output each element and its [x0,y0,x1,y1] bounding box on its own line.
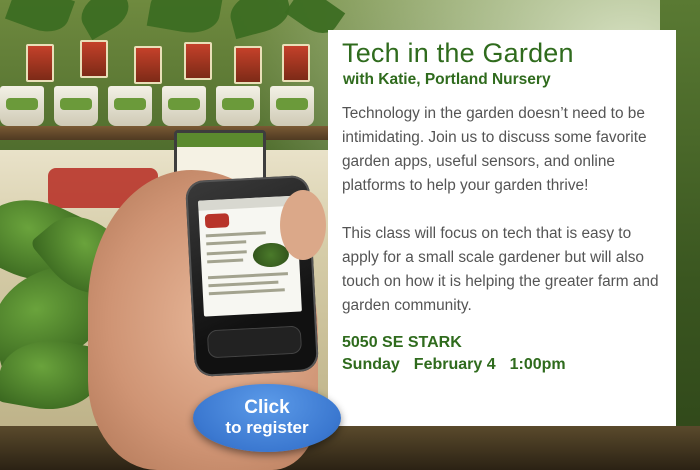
phone-logo [204,213,230,229]
register-button[interactable]: Click to register [193,384,341,452]
event-description-focus: This class will focus on tech that is ea… [342,225,659,314]
thumb [280,190,326,260]
sign-header [177,133,263,147]
foliage [74,0,136,41]
register-button-label-line1: Click [244,397,290,418]
foliage [146,0,224,38]
plant-pot [216,86,260,126]
event-time: 1:00pm [509,356,566,373]
plant-pot [108,86,152,126]
event-datetime: Sunday February 4 1:00pm [342,354,662,376]
shelf [0,126,330,140]
phone-text-line [208,288,285,296]
seed-packet [134,46,162,84]
event-title: Tech in the Garden [342,38,574,68]
seed-packet [234,46,262,84]
seed-packet [282,44,310,82]
event-date: February 4 [413,356,496,373]
plant-pot [0,86,44,126]
event-card: Tech in the Garden with Katie, Portland … [328,30,676,426]
phone-text-line [206,250,247,256]
plant-pot [54,86,98,126]
plant-pot [162,86,206,126]
phone-text-line [207,272,289,280]
seed-packet [184,42,212,80]
phone-text-line [207,258,244,264]
event-subtitle: with Katie, Portland Nursery [343,71,551,88]
phone-text-line [208,280,279,288]
phone-text-line [205,231,266,238]
foliage [225,0,295,40]
phone-keys [206,325,303,359]
event-description: Technology in the garden doesn’t need to… [342,105,647,194]
register-button-label-line2: to register [225,418,309,437]
seed-packet [80,40,108,78]
phone-text-line [206,240,247,246]
event-day: Sunday [342,356,400,373]
event-address: 5050 SE STARK [342,334,462,351]
plant-pot [270,86,314,126]
seed-packet [26,44,54,82]
foliage [4,0,76,40]
